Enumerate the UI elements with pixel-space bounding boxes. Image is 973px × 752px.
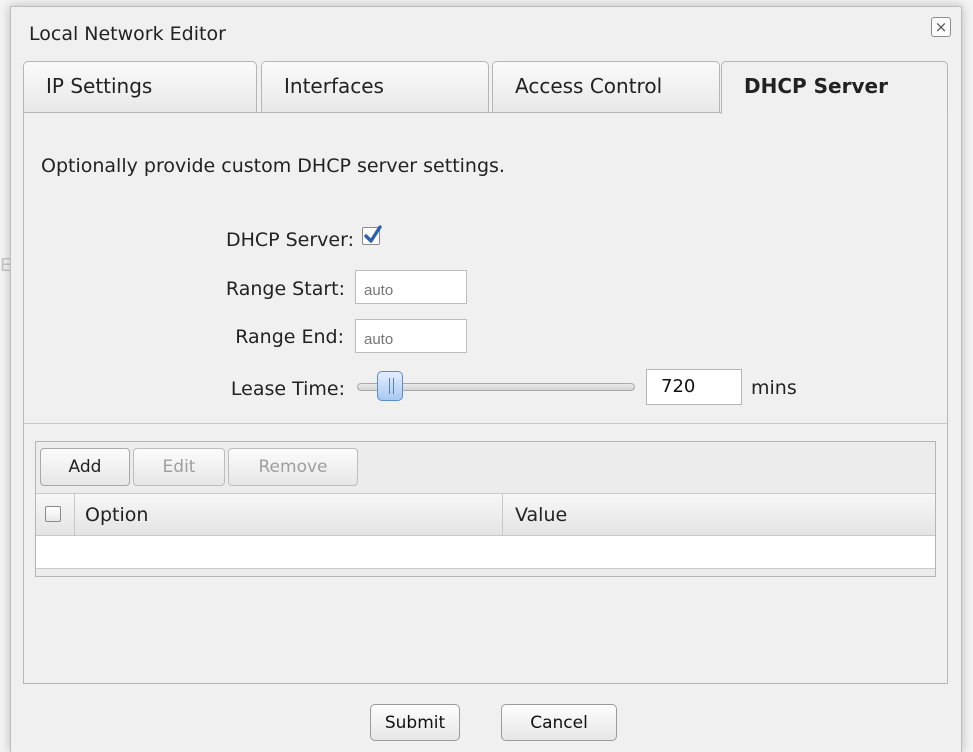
tab-label: DHCP Server [744, 74, 888, 98]
grid-body [36, 536, 935, 569]
checkmark-icon [364, 225, 382, 243]
column-separator [74, 494, 75, 535]
dhcp-options-grid: Add Edit Remove Option Value [35, 441, 936, 577]
lease-time-slider-handle[interactable] [377, 371, 404, 401]
lease-time-label: Lease Time: [230, 378, 345, 400]
close-button[interactable]: × [931, 17, 951, 37]
intro-text: Optionally provide custom DHCP server se… [41, 155, 505, 177]
local-network-editor-dialog: Local Network Editor × IP Settings Inter… [10, 6, 962, 752]
tab-access-control[interactable]: Access Control [492, 61, 720, 113]
lease-time-unit: mins [751, 377, 797, 399]
grid-header: Option Value [36, 493, 935, 536]
select-all-checkbox[interactable] [45, 506, 61, 522]
tab-dhcp-server[interactable]: DHCP Server [721, 61, 948, 114]
range-start-input[interactable] [355, 270, 467, 304]
dialog-title: Local Network Editor [29, 23, 226, 45]
section-divider [24, 423, 947, 424]
range-end-input[interactable] [355, 319, 467, 353]
range-end-label: Range End: [235, 326, 344, 348]
column-header-option[interactable]: Option [85, 504, 148, 526]
tab-interfaces[interactable]: Interfaces [261, 61, 489, 113]
cancel-button[interactable]: Cancel [501, 704, 617, 741]
submit-button[interactable]: Submit [370, 704, 460, 741]
tab-label: Interfaces [284, 74, 384, 98]
dhcp-server-label: DHCP Server: [225, 229, 354, 251]
tab-label: IP Settings [46, 74, 153, 98]
range-start-label: Range Start: [225, 278, 345, 300]
column-separator [502, 494, 503, 535]
tab-ip-settings[interactable]: IP Settings [23, 61, 257, 113]
dialog-title-bar: Local Network Editor × [11, 7, 961, 59]
dhcp-server-panel: Optionally provide custom DHCP server se… [23, 112, 948, 684]
add-button[interactable]: Add [40, 448, 130, 486]
dhcp-server-checkbox[interactable] [362, 225, 382, 245]
lease-time-input[interactable]: 720 [646, 369, 742, 405]
close-icon: × [934, 17, 948, 36]
remove-button[interactable]: Remove [228, 448, 358, 486]
tab-label: Access Control [515, 74, 663, 98]
column-header-value[interactable]: Value [515, 504, 567, 526]
edit-button[interactable]: Edit [133, 448, 225, 486]
